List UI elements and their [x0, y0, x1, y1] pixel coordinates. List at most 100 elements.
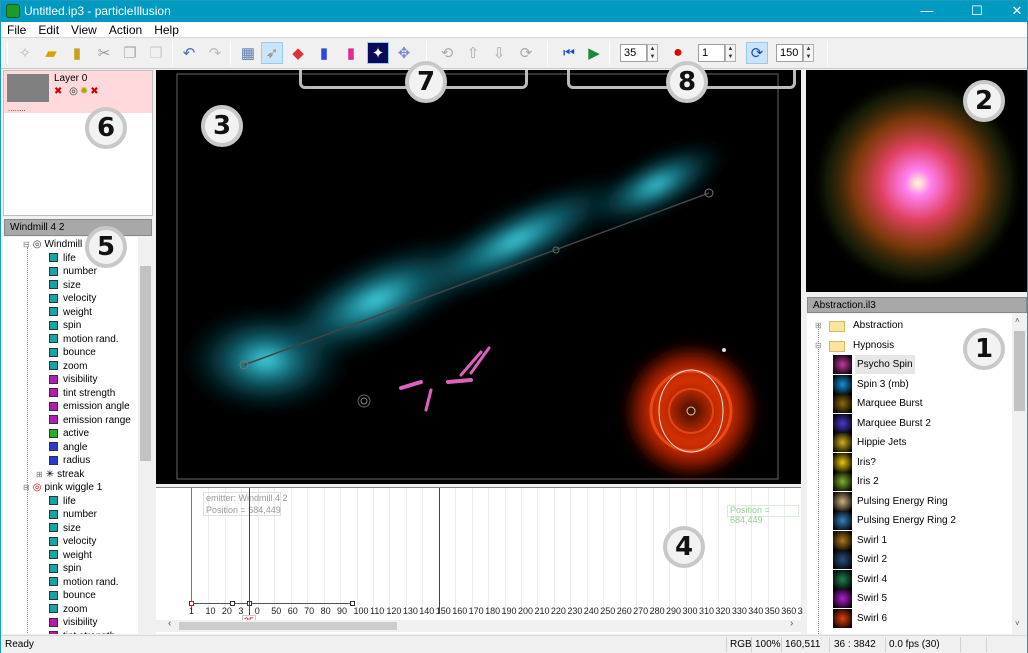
library-item[interactable]: Swirl 5 — [807, 589, 1007, 609]
tree-property[interactable]: spin — [49, 319, 81, 333]
menu-view[interactable]: View — [65, 22, 103, 37]
tree-property[interactable]: emission angle — [49, 400, 130, 414]
current-frame-stepper[interactable]: ▲ ▼ — [647, 44, 658, 62]
new-icon[interactable]: ✧ — [14, 42, 36, 64]
copy-icon[interactable]: ❐ — [119, 42, 141, 64]
tree-property[interactable]: visibility — [49, 373, 97, 387]
loop-icon[interactable]: ⟳ — [746, 42, 768, 64]
library-item[interactable]: Iris? — [807, 452, 1007, 473]
move-icon[interactable]: ✥ — [393, 42, 415, 64]
library-item[interactable]: Marquee Burst 2 — [807, 413, 1007, 434]
tree-property[interactable]: velocity — [49, 535, 96, 549]
blocker-icon[interactable]: ▮ — [340, 42, 362, 64]
tree-property[interactable]: motion rand. — [49, 333, 119, 347]
tree-emitter[interactable]: ⊟ ◎ Windmill — [23, 238, 82, 252]
library-item[interactable]: Hippie Jets — [807, 433, 1007, 453]
emitter-path-line[interactable] — [243, 192, 710, 366]
scroll-down-icon[interactable]: ˅ — [1015, 619, 1020, 628]
tree-property[interactable]: visibility — [49, 616, 97, 630]
end-frame-stepper[interactable]: ▲ ▼ — [803, 44, 814, 62]
play-icon[interactable]: ▶ — [583, 42, 605, 64]
start-frame-input[interactable]: 1 — [698, 44, 725, 62]
scroll-up-icon[interactable]: ˄ — [1015, 316, 1020, 325]
library-item[interactable]: Pulsing Energy Ring 2 — [807, 511, 1007, 531]
library-item[interactable]: Spin 3 (mb) — [807, 374, 1007, 395]
emitter-icon[interactable]: ◆ — [287, 42, 309, 64]
library-item[interactable]: Swirl 6 — [807, 608, 1007, 629]
menu-file[interactable]: File — [1, 22, 32, 37]
tree-property[interactable]: radius — [49, 454, 90, 468]
tree-property[interactable]: tint strength — [49, 387, 115, 401]
tree-property[interactable]: zoom — [49, 360, 87, 374]
tree-emitter[interactable]: ⊟ ◎ pink wiggle 1 — [23, 481, 102, 495]
target-icon[interactable]: ◎ — [69, 86, 80, 97]
menu-action[interactable]: Action — [103, 22, 148, 37]
particles-view-icon[interactable]: ✦ — [367, 42, 389, 64]
move-up-icon[interactable]: ⇧ — [462, 42, 484, 64]
tree-property[interactable]: size — [49, 522, 81, 536]
deflector-icon[interactable]: ▮ — [313, 42, 335, 64]
tree-property[interactable]: size — [49, 279, 81, 293]
stage-icon[interactable]: ▦ — [237, 42, 259, 64]
pink-emitter-handle[interactable] — [357, 394, 371, 408]
tree-property[interactable]: zoom — [49, 603, 87, 617]
menu-help[interactable]: Help — [148, 22, 185, 37]
keyframe-curve[interactable] — [192, 603, 353, 604]
maximize-button[interactable]: ☐ — [957, 1, 997, 22]
tree-property[interactable]: number — [49, 265, 97, 279]
redo-icon[interactable]: ↷ — [204, 42, 226, 64]
lock-icon[interactable]: ✖ — [90, 86, 100, 97]
tree-property[interactable]: spin — [49, 562, 81, 576]
menu-edit[interactable]: Edit — [32, 22, 65, 37]
select-arrow-icon[interactable]: ➶ — [261, 42, 283, 64]
library-item[interactable]: Swirl 2 — [807, 550, 1007, 570]
tree-child-emitter[interactable]: ⊞ ✳ streak — [36, 468, 84, 482]
tree-property[interactable]: tint strength — [49, 630, 115, 634]
expand-icon[interactable]: ⊞ — [36, 470, 43, 479]
tree-property[interactable]: emission range — [49, 414, 131, 428]
save-icon[interactable]: ▮ — [66, 42, 88, 64]
library-item[interactable]: Swirl 1 — [807, 530, 1007, 551]
library-item[interactable]: Marquee Burst — [807, 394, 1007, 414]
rotate-left-icon[interactable]: ⟲ — [436, 42, 458, 64]
tree-property[interactable]: life — [49, 495, 76, 509]
stage-canvas[interactable] — [156, 70, 801, 484]
tree-property[interactable]: life — [49, 252, 76, 266]
library-scroll-thumb[interactable] — [1014, 331, 1025, 411]
tree-property[interactable]: weight — [49, 306, 92, 320]
paste-icon[interactable]: ❐ — [145, 42, 167, 64]
current-frame-input[interactable]: 35 — [620, 44, 647, 62]
timeline-tick-label: 290 — [666, 606, 682, 616]
rewind-icon[interactable]: ⏮ — [558, 42, 580, 64]
library-item[interactable]: Iris 2 — [807, 472, 1007, 492]
end-frame-input[interactable]: 150 — [776, 44, 803, 62]
tree-property[interactable]: weight — [49, 549, 92, 563]
scroll-right-icon[interactable]: › — [790, 618, 793, 629]
scroll-left-icon[interactable]: ‹ — [168, 618, 171, 629]
tree-property[interactable]: motion rand. — [49, 576, 119, 590]
start-frame-stepper[interactable]: ▲ ▼ — [725, 44, 736, 62]
timeline-panel[interactable]: emitter: Windmill 4 2 Position = 684,449… — [156, 487, 803, 634]
tree-scroll-thumb[interactable] — [140, 266, 151, 461]
timeline-hscrollbar[interactable]: ‹ › — [156, 618, 801, 632]
undo-icon[interactable]: ↶ — [178, 42, 200, 64]
tree-property[interactable]: bounce — [49, 346, 96, 360]
tree-property[interactable]: active — [49, 427, 89, 441]
tree-property[interactable]: velocity — [49, 292, 96, 306]
hide-icon[interactable]: ✖ — [54, 86, 64, 97]
tree-property[interactable]: bounce — [49, 589, 96, 603]
move-down-icon[interactable]: ⇩ — [488, 42, 510, 64]
library-item[interactable]: Pulsing Energy Ring — [807, 491, 1007, 512]
cut-icon[interactable]: ✂ — [93, 42, 115, 64]
timeline-scroll-thumb[interactable] — [179, 622, 397, 630]
tree-property[interactable]: number — [49, 508, 97, 522]
playhead[interactable] — [249, 488, 250, 628]
library-item[interactable]: Swirl 4 — [807, 569, 1007, 590]
tree-property[interactable]: angle — [49, 441, 87, 455]
open-icon[interactable]: ▰ — [40, 42, 62, 64]
minimize-button[interactable]: — — [907, 1, 947, 22]
close-button[interactable]: ✕ — [997, 1, 1028, 22]
layer-row[interactable]: Layer 0 ✖ ◎✹✖ ........ — [4, 71, 152, 113]
light-icon[interactable]: ✹ — [80, 86, 90, 97]
rotate-right-icon[interactable]: ⟳ — [515, 42, 537, 64]
